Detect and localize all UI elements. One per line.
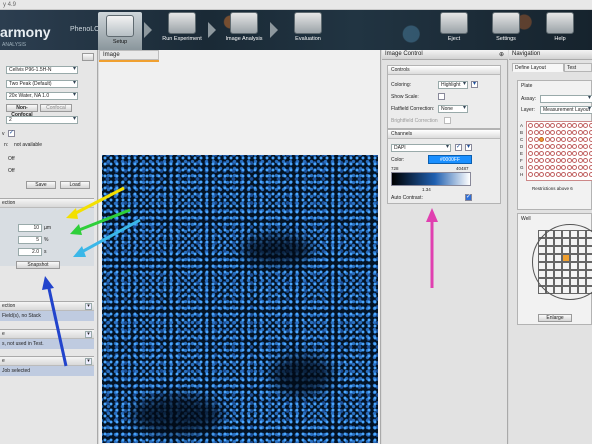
cyan-arrow bbox=[77, 218, 141, 256]
yellow-arrow bbox=[69, 186, 125, 218]
yellow-arrow-head bbox=[66, 208, 78, 219]
magenta-arrow-head bbox=[426, 208, 438, 222]
annotation-arrows bbox=[42, 186, 438, 367]
blue-arrow bbox=[46, 283, 68, 367]
green-arrow-head bbox=[70, 224, 82, 235]
blue-arrow-head bbox=[42, 276, 54, 290]
